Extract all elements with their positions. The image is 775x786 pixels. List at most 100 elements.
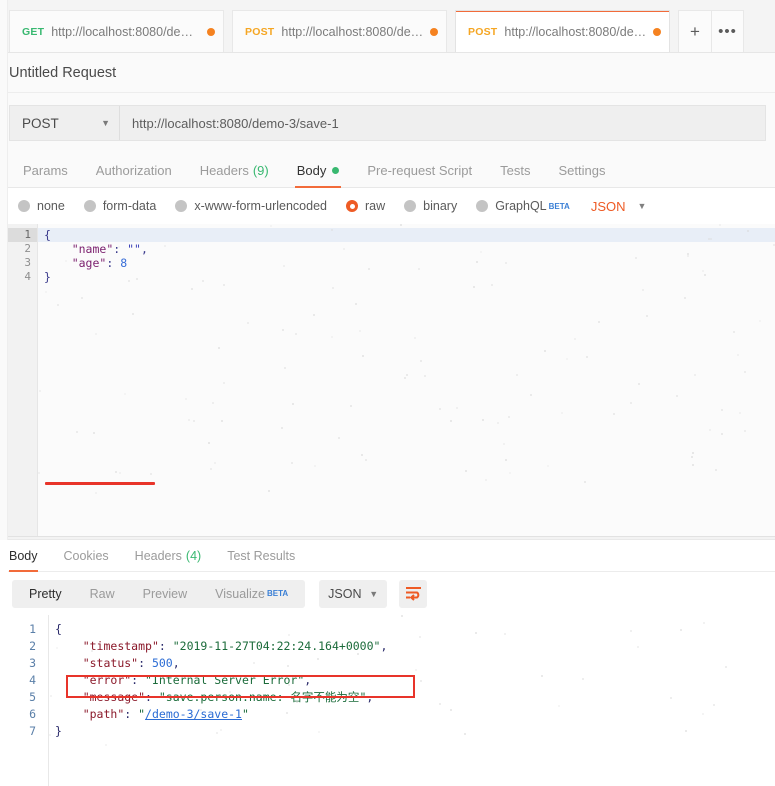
unsaved-indicator-icon[interactable] [207,27,215,36]
code-token: "name" [71,242,114,256]
request-tab-tests[interactable]: Tests [486,154,544,187]
code-token: " [138,707,146,721]
body-type-x-www-form-urlencoded[interactable]: x-www-form-urlencoded [175,199,327,213]
body-type-label: form-data [102,199,157,213]
body-type-graphql[interactable]: GraphQL BETA [476,199,570,213]
request-tab-settings[interactable]: Settings [544,154,619,187]
code-line: "name": "", [38,242,775,256]
code-token: "Internal Server Error" [145,673,305,687]
response-view-pretty[interactable]: Pretty [15,580,76,608]
request-section-tabs: Params Authorization Headers (9) Body Pre-req… [0,154,775,188]
url-input[interactable]: http://localhost:8080/demo-3/save-1 [120,106,765,140]
view-mode-label: Preview [142,586,188,601]
request-tab-bar: GET http://localhost:8080/demo-1/q... POST… [0,0,775,53]
request-tab-3[interactable]: POST http://localhost:8080/demo-3/... [455,10,670,52]
body-type-label: binary [423,199,458,213]
code-token: , [380,639,388,653]
code-line: "timestamp": "2019-11-27T04:22:24.164+00… [49,638,775,655]
request-tab-authorization[interactable]: Authorization [82,154,186,187]
tab-label: Headers [134,548,182,563]
response-view-raw[interactable]: Raw [76,580,129,608]
request-body-editor[interactable]: 1▾234 { "name": "", "age": 8} [0,224,775,536]
chevron-down-icon: ▼ [101,118,110,128]
tab-label: Body [296,163,327,178]
response-view-preview[interactable]: Preview [129,580,201,608]
response-tabs: Body Cookies Headers (4) Test Results [0,540,775,572]
radio-icon[interactable] [83,200,96,212]
response-tab-headers[interactable]: Headers (4) [135,540,215,571]
response-format-select[interactable]: JSON ▼ [319,579,388,608]
view-mode-label: Visualize [215,586,265,601]
word-wrap-button[interactable] [399,579,428,608]
new-tab-button[interactable]: + [678,10,711,52]
tab-label: Body [9,548,38,563]
chevron-down-icon: ▼ [637,201,647,211]
body-type-raw[interactable]: raw [346,199,385,213]
code-line: } [38,270,775,284]
body-type-form-data[interactable]: form-data [83,199,157,213]
code-line: } [49,723,775,740]
code-line: "message": "save.person.name: 名字不能为空", [49,689,775,706]
body-type-label: raw [365,199,386,213]
response-tab-test-results[interactable]: Test Results [227,540,308,571]
unsaved-indicator-icon[interactable] [653,27,661,36]
body-present-indicator-icon [332,167,340,174]
radio-icon[interactable] [476,200,489,212]
code-token: , [366,690,374,704]
request-title-bar: Untitled Request [0,53,775,93]
radio-icon[interactable] [404,200,417,212]
code-line: "error": "Internal Server Error", [49,672,775,689]
code-token: : [124,707,139,721]
code-token: : [113,242,128,256]
tab-method-label: POST [468,25,498,38]
code-token: , [304,673,312,687]
response-body-code[interactable]: { "timestamp": "2019-11-27T04:22:24.164+… [48,615,775,786]
body-type-none[interactable]: none [18,199,65,213]
page-title: Untitled Request [9,64,117,81]
view-mode-label: Pretty [29,586,62,601]
tab-url-label: http://localhost:8080/demo-1/q... [51,24,202,39]
request-tab-params[interactable]: Params [9,154,82,187]
code-token: "error" [82,673,132,687]
radio-icon[interactable] [346,200,358,212]
url-bar-container: POST ▼ http://localhost:8080/demo-3/save… [0,93,775,154]
code-token: : [138,656,152,670]
code-token: 500 [151,656,173,670]
code-token: "age" [71,256,107,270]
response-view-visualize[interactable]: Visualize BETA [201,580,302,608]
word-wrap-icon [405,587,421,601]
body-format-select[interactable]: JSON ▼ [591,199,647,214]
request-tab-2[interactable]: POST http://localhost:8080/demo-2/... [232,10,447,52]
request-body-code[interactable]: { "name": "", "age": 8} [38,224,775,536]
body-type-label: GraphQL [495,199,547,213]
response-tab-body[interactable]: Body [9,540,51,572]
tab-label: Pre-request Script [367,163,473,178]
headers-count: (9) [252,163,269,178]
tab-label: Test Results [227,548,296,563]
response-body-editor[interactable]: 1234567 { "timestamp": "2019-11-27T04:22… [0,615,775,786]
view-mode-label: Raw [89,586,115,601]
http-method-select[interactable]: POST ▼ [10,106,120,140]
radio-icon[interactable] [175,200,188,212]
radio-icon[interactable] [18,200,30,212]
code-token: " [241,707,249,721]
request-tab-body[interactable]: Body [283,154,354,188]
tab-options-button[interactable]: ••• [711,10,744,52]
request-tab-pre-request-script[interactable]: Pre-request Script [353,154,486,187]
tab-method-label: GET [22,25,45,38]
request-tab-headers[interactable]: Headers (9) [186,154,283,187]
request-tab-1[interactable]: GET http://localhost:8080/demo-1/q... [9,10,224,52]
body-type-binary[interactable]: binary [404,199,457,213]
code-token: , [172,656,180,670]
code-token: "path" [82,707,125,721]
code-token: : [131,673,146,687]
response-tab-cookies[interactable]: Cookies [64,540,122,571]
body-type-row: none form-data x-www-form-urlencoded raw bin… [0,188,775,224]
unsaved-indicator-icon[interactable] [430,27,438,36]
code-token: } [55,724,62,738]
url-value: http://localhost:8080/demo-3/save-1 [132,115,339,131]
code-token: "timestamp" [82,639,159,653]
